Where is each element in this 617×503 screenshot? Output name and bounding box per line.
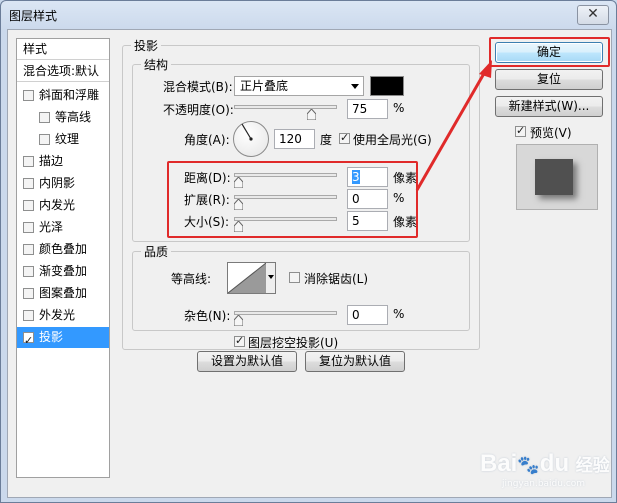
dialog-body: 样式 混合选项:默认 斜面和浮雕 等高线 纹理 描边 内阴影 内发光 光泽 颜色叠加 渐变叠加图… (7, 29, 612, 498)
annotation-arrow (415, 60, 492, 191)
paw-icon: 🐾 (517, 455, 540, 475)
watermark-url: jingyan.baidu.com (502, 479, 586, 489)
watermark-brand: Bai (480, 450, 518, 477)
close-button[interactable]: ✕ (577, 5, 609, 25)
watermark-logo: Bai🐾du 经验 (480, 450, 610, 478)
dialog-title: 图层样式 (9, 9, 58, 23)
close-icon: ✕ (587, 6, 599, 22)
title-bar: 图层样式 ✕ (1, 1, 616, 29)
watermark-sub: 经验 (575, 456, 610, 475)
watermark-brand-suffix: du (539, 450, 570, 477)
layer-style-dialog: 图层样式 ✕ 样式 混合选项:默认 斜面和浮雕 等高线 纹理 描边 内阴影 内发光 光泽 颜色… (0, 0, 617, 503)
